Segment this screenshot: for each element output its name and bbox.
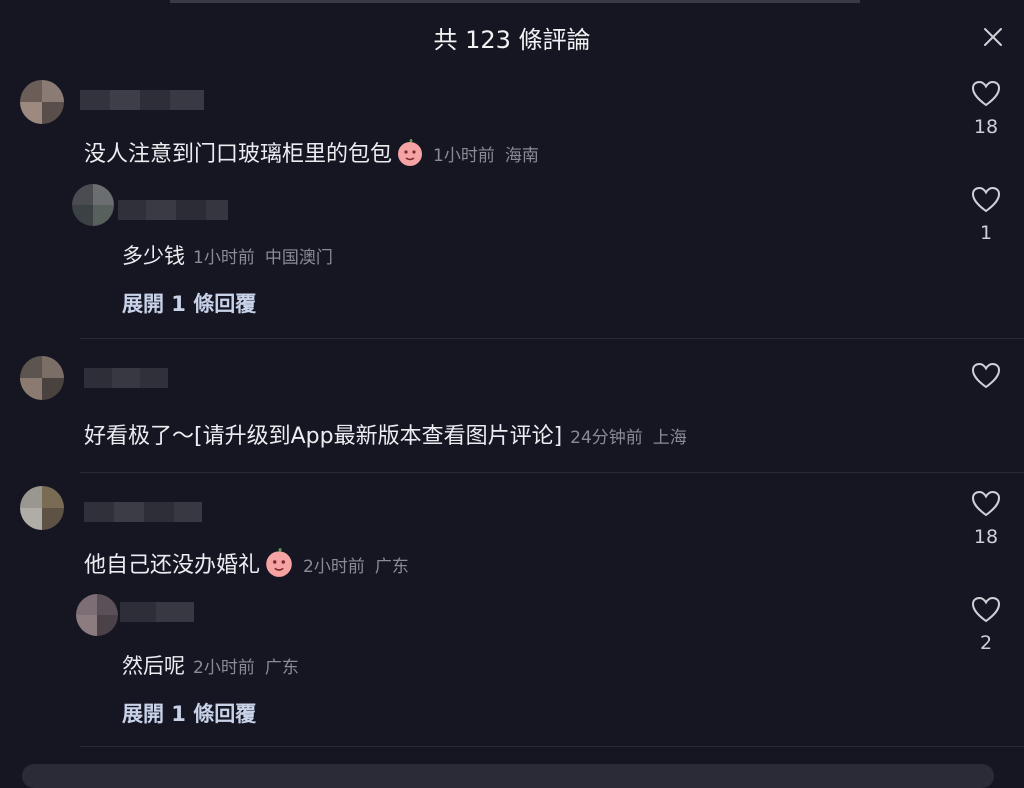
- like-count: 18: [973, 116, 999, 138]
- comment-text: 好看极了～[请升级到App最新版本查看图片评论] 24分钟前 上海: [84, 418, 687, 450]
- comment-body: 没人注意到门口玻璃柜里的包包: [84, 142, 393, 167]
- comment-location: 海南: [504, 146, 539, 166]
- reply-location: 广东: [264, 658, 299, 678]
- comment-time: 24分钟前: [570, 428, 643, 448]
- comment-meta: 2小时前 广东: [303, 557, 409, 577]
- heart-outline-icon: [971, 362, 1001, 389]
- avatar[interactable]: [20, 80, 64, 124]
- reply-text: 多少钱 1小时前 中国澳门: [122, 240, 333, 270]
- username-blurred[interactable]: [80, 88, 204, 112]
- username-blurred[interactable]: [84, 366, 168, 390]
- comment-input-bar[interactable]: [22, 764, 994, 788]
- heart-outline-icon: [971, 80, 1001, 107]
- comment-location: 广东: [374, 557, 409, 577]
- comment-text: 没人注意到门口玻璃柜里的包包 1小时前 海南: [84, 136, 539, 168]
- like-button[interactable]: 18: [962, 80, 1010, 138]
- heart-outline-icon: [971, 596, 1001, 623]
- reply-time: 2小时前: [193, 658, 255, 678]
- comment-divider: [80, 338, 1024, 339]
- comment-divider: [80, 472, 1024, 473]
- reply-like-button[interactable]: 2: [962, 596, 1010, 654]
- reply-text: 然后呢 2小时前 广东: [122, 650, 299, 680]
- username-blurred[interactable]: [84, 500, 202, 524]
- peach-face-emoji-icon: [266, 548, 292, 577]
- reply-time: 1小时前: [193, 248, 255, 268]
- comment-divider: [80, 746, 1024, 747]
- comment-time: 1小时前: [433, 146, 495, 166]
- reply-meta: 1小时前 中国澳门: [193, 248, 333, 268]
- reply-like-count: 2: [979, 632, 993, 654]
- like-button[interactable]: 18: [962, 490, 1010, 548]
- close-icon: [984, 28, 1002, 46]
- avatar[interactable]: [20, 486, 64, 530]
- comment-time: 2小时前: [303, 557, 365, 577]
- reply-like-button[interactable]: 1: [962, 186, 1010, 244]
- reply-body: 多少钱: [122, 244, 185, 268]
- close-button[interactable]: [978, 22, 1008, 52]
- reply-like-count: 1: [979, 222, 993, 244]
- avatar[interactable]: [20, 356, 64, 400]
- reply-avatar[interactable]: [72, 184, 114, 226]
- reply-avatar[interactable]: [76, 594, 118, 636]
- comment-text: 他自己还没办婚礼 2小时前 广东: [84, 546, 409, 579]
- reply-body: 然后呢: [122, 654, 185, 678]
- reply-username-blurred[interactable]: [120, 600, 194, 624]
- comment-meta: 24分钟前 上海: [570, 428, 687, 448]
- comments-title: 共 123 條評論: [433, 26, 591, 54]
- heart-outline-icon: [971, 490, 1001, 517]
- expand-replies-link[interactable]: 展開 1 條回覆: [122, 288, 256, 318]
- comment-meta: 1小时前 海南: [433, 146, 539, 166]
- reply-username-blurred[interactable]: [118, 198, 242, 222]
- peach-face-emoji-icon: [398, 139, 423, 166]
- heart-outline-icon: [971, 186, 1001, 213]
- comment-location: 上海: [652, 428, 687, 448]
- expand-replies-link[interactable]: 展開 1 條回覆: [122, 698, 256, 728]
- like-count: 18: [973, 526, 999, 548]
- like-button[interactable]: [962, 362, 1010, 390]
- reply-location: 中国澳门: [264, 248, 333, 268]
- reply-meta: 2小时前 广东: [193, 658, 299, 678]
- comment-body: 他自己还没办婚礼: [84, 553, 261, 578]
- comments-header: 共 123 條評論: [0, 0, 1024, 70]
- comment-body: 好看极了～[请升级到App最新版本查看图片评论]: [84, 424, 563, 449]
